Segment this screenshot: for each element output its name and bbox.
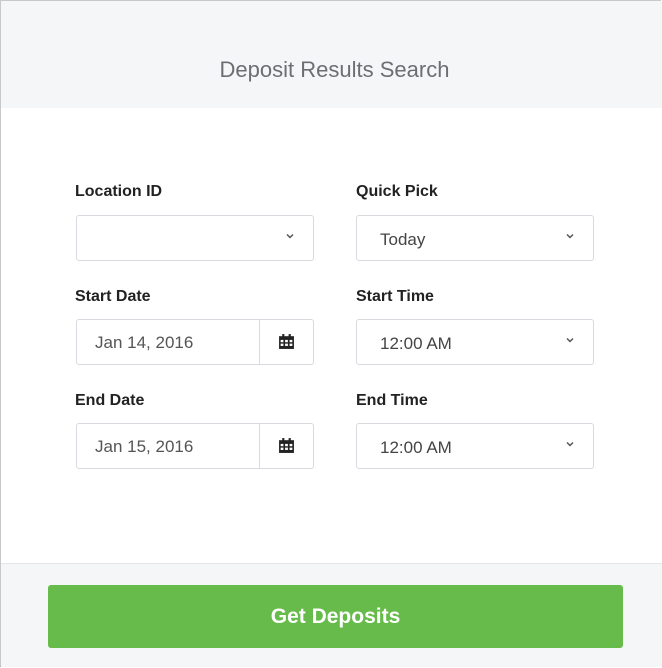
get-deposits-button[interactable]: Get Deposits xyxy=(48,585,623,648)
panel-header: Deposit Results Search xyxy=(1,1,662,108)
start-date-calendar-button[interactable] xyxy=(259,320,313,364)
end-date-label: End Date xyxy=(75,392,145,409)
start-time-label: Start Time xyxy=(356,288,434,305)
page-title: Deposit Results Search xyxy=(219,57,450,82)
start-time-value: 12:00 AM xyxy=(380,334,452,353)
deposit-search-panel: Deposit Results Search Location ID Quick… xyxy=(0,0,662,667)
end-time-label: End Time xyxy=(356,392,428,409)
end-time-select[interactable]: 12:00 AM xyxy=(356,423,594,469)
quick-pick-select[interactable]: Today xyxy=(356,215,594,261)
calendar-icon xyxy=(279,334,294,349)
end-time-value: 12:00 AM xyxy=(380,438,452,457)
chevron-down-icon xyxy=(566,233,574,239)
location-id-select[interactable] xyxy=(76,215,314,261)
chevron-down-icon xyxy=(566,441,574,447)
start-date-input[interactable]: Jan 14, 2016 xyxy=(76,319,314,365)
quick-pick-value: Today xyxy=(380,230,426,249)
start-date-value: Jan 14, 2016 xyxy=(95,333,194,352)
quick-pick-label: Quick Pick xyxy=(356,183,438,200)
end-date-value: Jan 15, 2016 xyxy=(95,437,194,456)
end-date-input[interactable]: Jan 15, 2016 xyxy=(76,423,314,469)
end-date-calendar-button[interactable] xyxy=(259,424,313,468)
start-date-label: Start Date xyxy=(75,288,151,305)
chevron-down-icon xyxy=(286,233,294,239)
location-id-label: Location ID xyxy=(75,183,163,200)
calendar-icon xyxy=(279,438,294,453)
chevron-down-icon xyxy=(566,337,574,343)
start-time-select[interactable]: 12:00 AM xyxy=(356,319,594,365)
